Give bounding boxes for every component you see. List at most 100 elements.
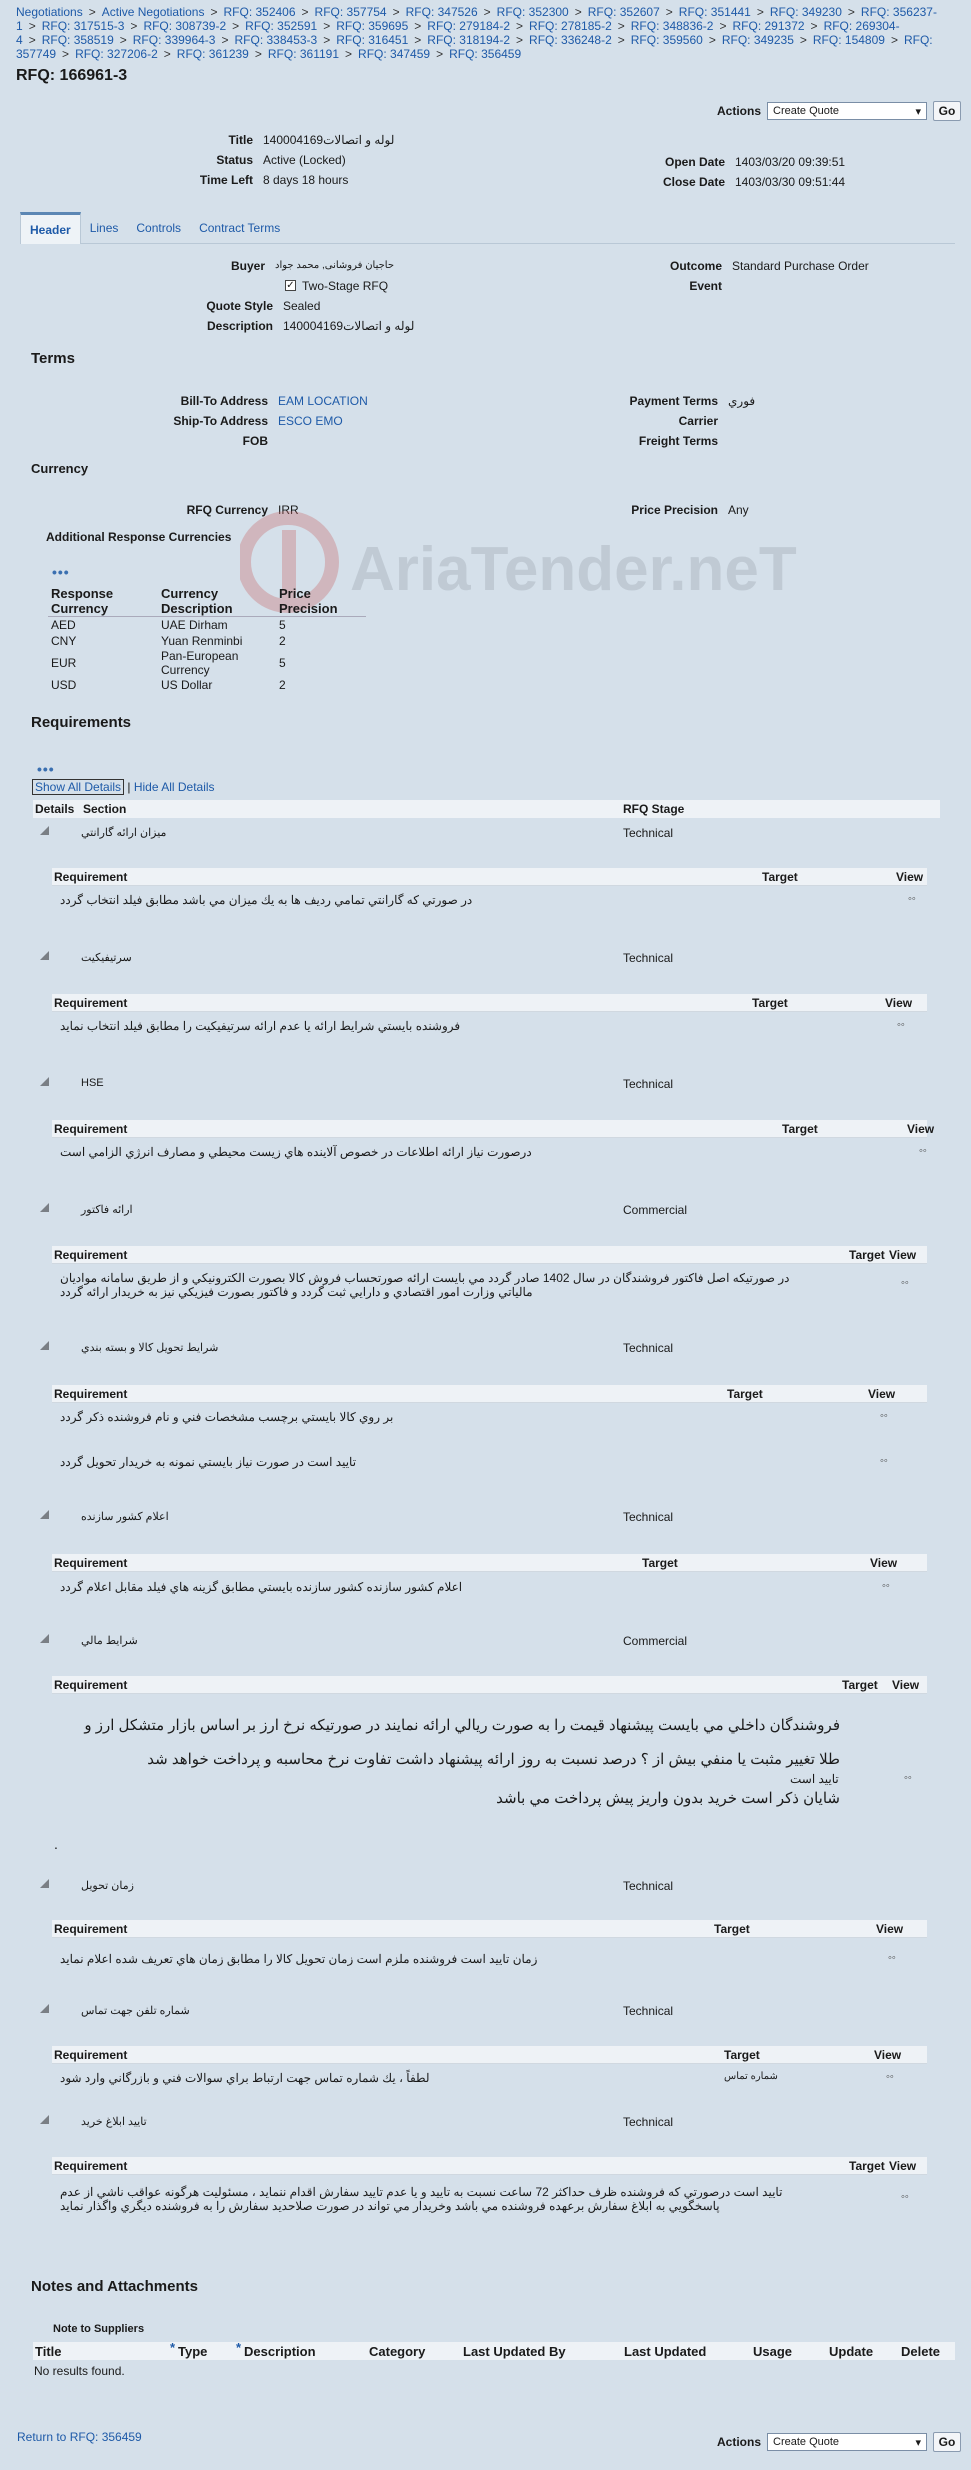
collapse-triangle-icon[interactable] [40,2004,49,2013]
col-target: Target [727,1387,763,1401]
section-name: تاييد ابلاغ خريد [81,2116,147,2128]
collapse-triangle-icon[interactable] [40,1634,49,1643]
table-cell: 5 [279,617,286,632]
breadcrumb-separator: > [799,33,807,47]
bill-to-link[interactable]: EAM LOCATION [278,393,368,409]
watermark-text: AriaTender.neT [350,535,797,604]
breadcrumb-link[interactable]: Active Negotiations [102,5,205,19]
view-eyeglasses-icon[interactable]: ◦◦ [901,2191,909,2203]
col-delete: Delete [901,2344,941,2359]
column-header: Currency Description [161,586,233,616]
tab-contract-terms[interactable]: Contract Terms [190,212,289,244]
collapse-triangle-icon[interactable] [40,1341,49,1350]
collapse-triangle-icon[interactable] [40,1203,49,1212]
view-eyeglasses-icon[interactable]: ◦◦ [908,893,916,905]
rfq-stage: Technical [623,951,674,965]
view-eyeglasses-icon[interactable]: ◦◦ [888,1952,896,1964]
breadcrumb-separator: > [483,5,491,19]
tab-controls[interactable]: Controls [127,212,190,244]
breadcrumb-link[interactable]: RFQ: 347459 [358,47,430,61]
actions-select[interactable]: Create Quote ▾ [767,2433,927,2451]
rfq-stage: Commercial [623,1634,688,1648]
breadcrumb-link[interactable]: RFQ: 278185-2 [529,19,612,33]
collapse-triangle-icon[interactable] [40,2115,49,2124]
inner-table-header: Requirement Target View [52,1920,927,1938]
breadcrumb-link[interactable]: RFQ: 352300 [497,5,569,19]
additional-currencies-heading: Additional Response Currencies [46,530,232,544]
two-stage-checkbox[interactable]: ✓ Two-Stage RFQ [285,278,388,294]
label: Outcome [669,259,722,273]
table-cell: Pan-European Currency [161,648,239,677]
collapse-triangle-icon[interactable] [40,1879,49,1888]
breadcrumb-link[interactable]: RFQ: 317515-3 [42,19,125,33]
view-eyeglasses-icon[interactable]: ◦◦ [919,1145,927,1157]
view-eyeglasses-icon[interactable]: ◦◦ [880,1455,888,1467]
breadcrumb-link[interactable]: RFQ: 336248-2 [529,33,612,47]
breadcrumb-link[interactable]: RFQ: 339964-3 [133,33,216,47]
breadcrumb-link[interactable]: RFQ: 357754 [315,5,387,19]
tab-lines[interactable]: Lines [81,212,128,244]
view-eyeglasses-icon[interactable]: ◦◦ [886,2071,894,2083]
value: Sealed [283,299,321,313]
return-to-rfq-link[interactable]: Return to RFQ: 356459 [17,2430,142,2444]
breadcrumb-separator: > [323,33,331,47]
breadcrumb-link[interactable]: RFQ: 351441 [679,5,751,19]
tab-header[interactable]: Header [20,212,81,244]
col-target: Target [714,1922,750,1936]
inner-table-header: Requirement Target View [52,1676,927,1694]
breadcrumb-link[interactable]: RFQ: 279184-2 [427,19,510,33]
view-eyeglasses-icon[interactable]: ◦◦ [897,1019,905,1031]
go-button[interactable]: Go [933,2432,961,2452]
col-rfq-stage: RFQ Stage [623,802,685,816]
requirements-table-header: Details Section RFQ Stage [33,800,940,818]
terms-heading: Terms [31,350,75,367]
column-header: Response Currency [51,586,114,616]
col-view: View [889,2159,917,2173]
breadcrumb-link[interactable]: RFQ: 318194-2 [427,33,510,47]
view-eyeglasses-icon[interactable]: ◦◦ [882,1580,890,1592]
table-cell: US Dollar [161,677,213,692]
col-target: Target [642,1556,678,1570]
breadcrumb-link[interactable]: RFQ: 361239 [177,47,249,61]
collapse-triangle-icon[interactable] [40,826,49,835]
go-button[interactable]: Go [933,101,961,121]
view-eyeglasses-icon[interactable]: ◦◦ [901,1277,909,1289]
collapse-triangle-icon[interactable] [40,951,49,960]
breadcrumb-link[interactable]: RFQ: 327206-2 [75,47,158,61]
rfq-stage: Technical [623,1510,674,1524]
actions-label: Actions [716,2435,761,2449]
col-requirement: Requirement [54,996,128,1010]
breadcrumb-link[interactable]: RFQ: 291372 [733,19,805,33]
ship-to-link[interactable]: ESCO EMO [278,413,343,429]
breadcrumb-link[interactable]: RFQ: 352607 [588,5,660,19]
breadcrumb-link[interactable]: RFQ: 359695 [336,19,408,33]
breadcrumb-link[interactable]: RFQ: 352591 [245,19,317,33]
breadcrumb-link[interactable]: RFQ: 308739-2 [143,19,226,33]
value: 140004169لوله و اتصالات [283,319,415,333]
breadcrumb-link[interactable]: RFQ: 349230 [770,5,842,19]
view-eyeglasses-icon[interactable]: ◦◦ [880,1410,888,1422]
hide-all-details-link[interactable]: Hide All Details [134,780,215,794]
show-all-details-link[interactable]: Show All Details [32,779,125,795]
breadcrumb-link[interactable]: RFQ: 358519 [42,33,114,47]
breadcrumb-link[interactable]: RFQ: 348836-2 [631,19,714,33]
breadcrumb-link[interactable]: RFQ: 356459 [449,47,521,61]
breadcrumb-link[interactable]: RFQ: 349235 [722,33,794,47]
breadcrumb-link[interactable]: RFQ: 359560 [631,33,703,47]
breadcrumb-link[interactable]: Negotiations [16,5,83,19]
collapse-triangle-icon[interactable] [40,1077,49,1086]
breadcrumb-separator: > [756,5,764,19]
view-eyeglasses-icon[interactable]: ◦◦ [904,1772,912,1784]
breadcrumb-link[interactable]: RFQ: 338453-3 [235,33,318,47]
breadcrumb-link[interactable]: RFQ: 347526 [406,5,478,19]
breadcrumb-separator: > [232,19,240,33]
value: حاجیان فروشانی, محمد جواد [275,260,395,271]
breadcrumb-link[interactable]: RFQ: 316451 [336,33,408,47]
collapse-triangle-icon[interactable] [40,1510,49,1519]
col-view: View [870,1556,898,1570]
breadcrumb-link[interactable]: RFQ: 361191 [268,47,339,61]
actions-select-value: Create Quote [773,2436,840,2448]
breadcrumb-link[interactable]: RFQ: 154809 [813,33,885,47]
actions-select[interactable]: Create Quote ▾ [767,102,927,120]
breadcrumb-link[interactable]: RFQ: 352406 [223,5,295,19]
